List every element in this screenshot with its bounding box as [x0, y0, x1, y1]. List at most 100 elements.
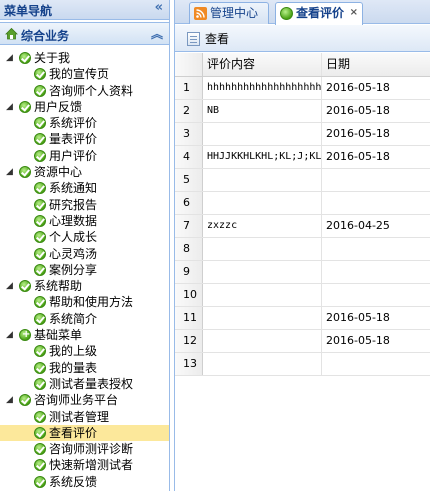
table-row[interactable]: 8 — [175, 238, 430, 261]
tab-label: 查看评价 — [296, 6, 345, 20]
tree-item[interactable]: 研究报告 — [0, 197, 169, 213]
review-content-cell: zxzzc — [203, 215, 322, 237]
tab-view-reviews[interactable]: 查看评价 × — [275, 2, 363, 25]
tree-item[interactable]: 心理数据 — [0, 213, 169, 229]
green-check-icon — [19, 327, 31, 343]
expand-triangle-icon[interactable]: ◢ — [6, 327, 13, 343]
accordion-title: 综合业务 — [21, 29, 70, 43]
review-content-cell — [203, 284, 322, 306]
collapse-panel-icon[interactable]: « — [155, 0, 163, 15]
table-row[interactable]: 10 — [175, 284, 430, 307]
tree-item[interactable]: 我的上级 — [0, 343, 169, 359]
green-check-icon — [34, 426, 46, 439]
tab-bar: 管理中心 查看评价 × — [175, 0, 430, 25]
green-check-icon — [34, 231, 46, 244]
tree-item-label: 快速新增测试者 — [49, 458, 134, 473]
table-row[interactable]: 2 NB 2016-05-18 — [175, 100, 430, 123]
review-content-cell — [203, 330, 322, 352]
green-check-icon — [34, 410, 46, 423]
date-cell — [322, 284, 430, 306]
view-button[interactable]: 查看 — [187, 29, 229, 49]
main-panel: 管理中心 查看评价 × 查看 评价内容 日期 1 hhhhhhhhhhhhhhhh… — [174, 0, 430, 491]
column-header-date[interactable]: 日期 — [322, 53, 430, 76]
row-number: 10 — [175, 284, 203, 306]
review-content-cell — [203, 307, 322, 329]
green-check-icon — [34, 475, 46, 488]
tree-item[interactable]: 咨询师个人资料 — [0, 83, 169, 99]
tree-item[interactable]: 快速新增测试者 — [0, 457, 169, 473]
green-check-icon — [34, 377, 46, 390]
table-row[interactable]: 12 2016-05-18 — [175, 330, 430, 353]
tree-group[interactable]: ◢ 基础菜单 — [0, 327, 169, 343]
tree-item[interactable]: 测试者量表授权 — [0, 376, 169, 392]
accordion-header[interactable]: 综合业务 ︽ — [0, 22, 169, 45]
tree-item-label: 系统通知 — [49, 181, 98, 196]
table-row[interactable]: 6 — [175, 192, 430, 215]
date-cell — [322, 169, 430, 191]
rss-icon — [194, 7, 207, 20]
expand-triangle-icon[interactable]: ◢ — [6, 392, 13, 408]
row-number: 6 — [175, 192, 203, 214]
tree-item[interactable]: 心灵鸡汤 — [0, 246, 169, 262]
row-number: 1 — [175, 77, 203, 99]
table-row[interactable]: 7 zxzzc 2016-04-25 — [175, 215, 430, 238]
tree-item-label: 系统反馈 — [49, 474, 98, 489]
tree-item[interactable]: 系统简介 — [0, 311, 169, 327]
green-check-icon — [34, 459, 46, 472]
home-icon — [5, 27, 18, 40]
review-content-cell: HHJJKKHLKHL;KL;J;KL; — [203, 146, 322, 168]
table-row[interactable]: 1hhhhhhhhhhhhhhhhhhhhhhhhhh 2016-05-18 — [175, 77, 430, 100]
date-cell: 2016-05-18 — [326, 127, 390, 140]
grid-header-row: 评价内容 日期 — [175, 53, 430, 77]
chevron-up-icon[interactable]: ︽ — [151, 25, 163, 42]
table-row[interactable]: 4 HHJJKKHLKHL;KL;J;KL; 2016-05-18 — [175, 146, 430, 169]
table-row[interactable]: 5 — [175, 169, 430, 192]
tree-group[interactable]: ◢ 系统帮助 — [0, 278, 169, 294]
expand-triangle-icon[interactable]: ◢ — [6, 164, 13, 180]
tree-item[interactable]: 我的量表 — [0, 360, 169, 376]
tree-group-label: 关于我 — [34, 51, 71, 65]
table-row[interactable]: 11 2016-05-18 — [175, 307, 430, 330]
tree-item[interactable]: 案例分享 — [0, 262, 169, 278]
date-cell: 2016-04-25 — [326, 219, 390, 232]
tree-item[interactable]: 个人成长 — [0, 229, 169, 245]
tree-item-label: 我的上级 — [49, 344, 98, 359]
green-check-icon — [34, 117, 46, 130]
tree-item[interactable]: 系统评价 — [0, 115, 169, 131]
tree-group[interactable]: ◢ 咨询师业务平台 — [0, 392, 169, 408]
tree-item[interactable]: 帮助和使用方法 — [0, 294, 169, 310]
tree-group[interactable]: ◢ 用户反馈 — [0, 99, 169, 115]
tree-item-label: 我的宣传页 — [49, 67, 110, 82]
expand-triangle-icon[interactable]: ◢ — [6, 278, 13, 294]
tree-item[interactable]: 用户评价 — [0, 148, 169, 164]
tree-item[interactable]: 系统反馈 — [0, 474, 169, 490]
nav-tree: ◢ 关于我 我的宣传页 咨询师个人资料 ◢ 用户反馈 系统评价 量表评价 用户评价 ◢ 资源中心 系统… — [0, 50, 169, 490]
tree-item[interactable]: 咨询师测评诊断 — [0, 441, 169, 457]
view-button-label: 查看 — [205, 32, 230, 46]
tree-item[interactable]: 我的宣传页 — [0, 66, 169, 82]
row-number: 2 — [175, 100, 203, 122]
expand-triangle-icon[interactable]: ◢ — [6, 50, 13, 66]
tree-group[interactable]: ◢ 关于我 — [0, 50, 169, 66]
tree-item-label: 查看评价 — [49, 425, 98, 440]
expand-triangle-icon[interactable]: ◢ — [6, 99, 13, 115]
review-content-cell — [203, 353, 322, 375]
tree-group-label: 资源中心 — [34, 165, 83, 180]
date-cell: 2016-05-18 — [326, 81, 390, 94]
tree-item[interactable]: 查看评价 — [0, 424, 169, 442]
tree-item[interactable]: 系统通知 — [0, 180, 169, 196]
table-row[interactable]: 13 — [175, 353, 430, 376]
tree-group[interactable]: ◢ 资源中心 — [0, 164, 169, 180]
column-header-content[interactable]: 评价内容 — [203, 53, 322, 76]
close-icon[interactable]: × — [350, 3, 358, 23]
tree-item[interactable]: 量表评价 — [0, 131, 169, 147]
green-check-icon — [19, 166, 31, 179]
table-row[interactable]: 3 2016-05-18 — [175, 123, 430, 146]
green-check-icon — [34, 361, 46, 374]
toolbar: 查看 — [175, 25, 430, 52]
row-number-header — [175, 53, 203, 76]
tree-item[interactable]: 测试者管理 — [0, 409, 169, 425]
table-row[interactable]: 9 — [175, 261, 430, 284]
tree-item-label: 咨询师测评诊断 — [49, 442, 134, 457]
tab-management-center[interactable]: 管理中心 — [189, 2, 269, 24]
